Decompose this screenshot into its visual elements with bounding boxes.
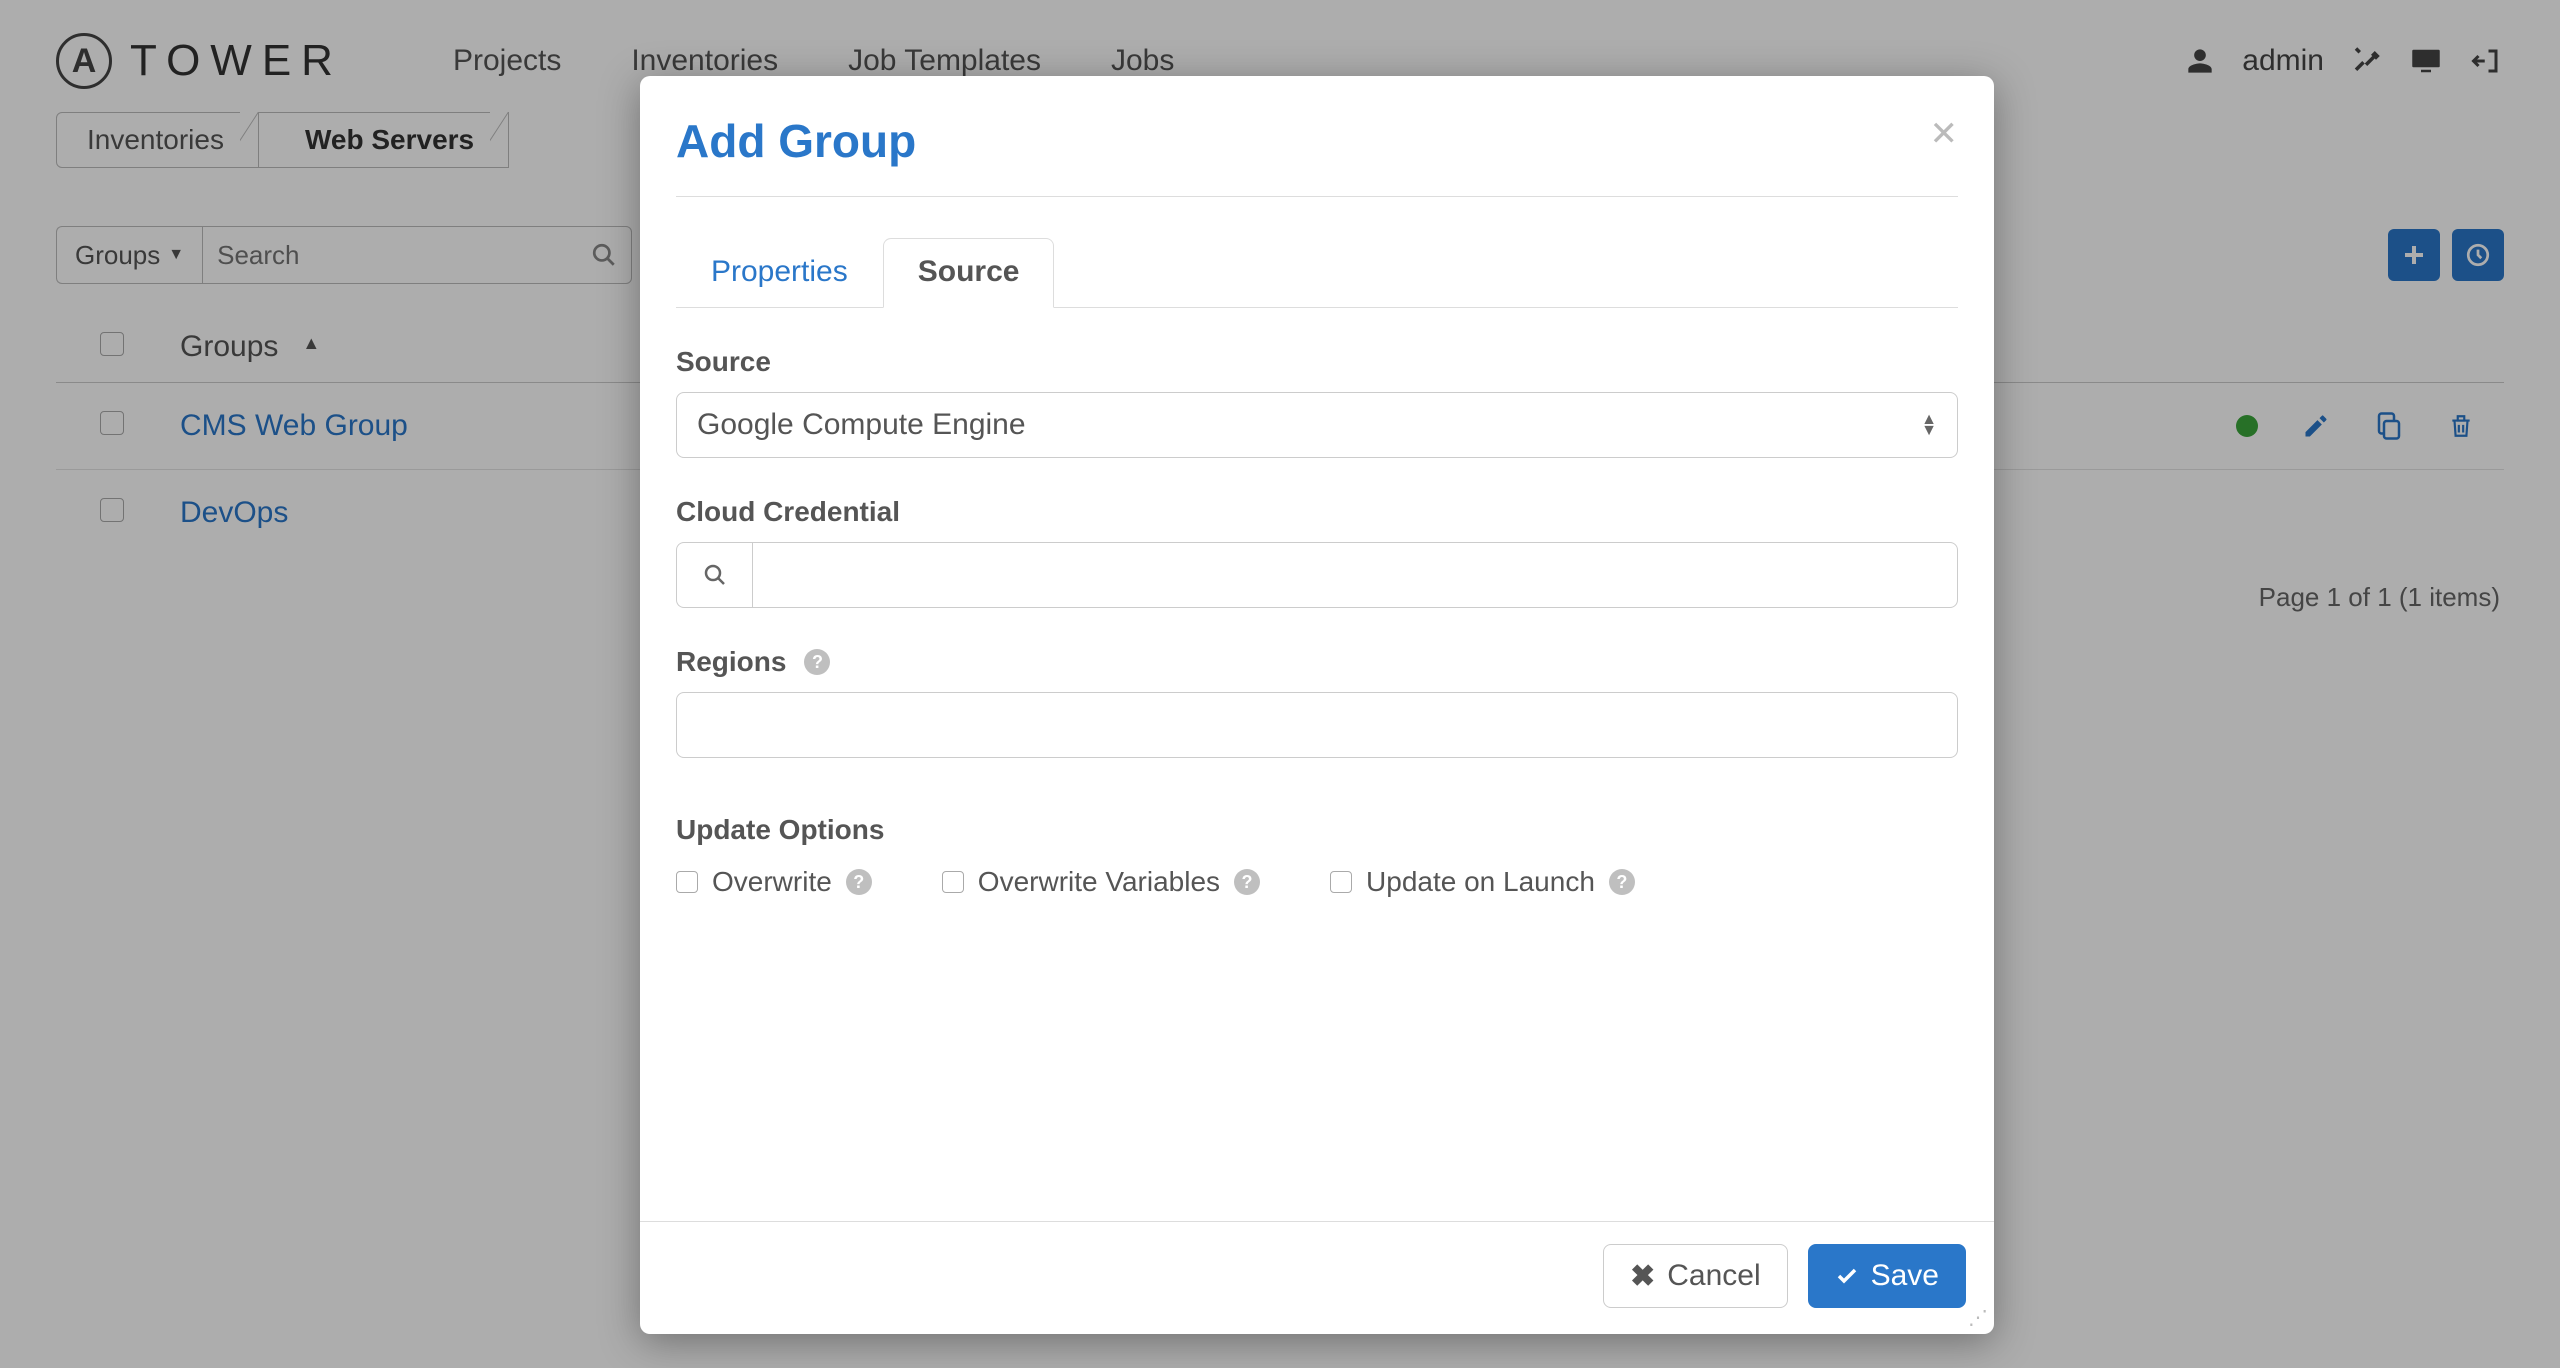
- label-cloud-credential: Cloud Credential: [676, 496, 1958, 528]
- check-icon: [1835, 1264, 1859, 1288]
- tab-properties[interactable]: Properties: [676, 238, 883, 308]
- lookup-button[interactable]: [676, 542, 752, 608]
- cloud-credential-input[interactable]: [752, 542, 1958, 608]
- source-select[interactable]: Google Compute Engine ▲▼: [676, 392, 1958, 458]
- search-icon: [703, 563, 727, 587]
- modal-body: Properties Source Source Google Compute …: [640, 197, 1994, 1221]
- opt-overwrite-label: Overwrite: [712, 866, 832, 898]
- opt-overwrite-vars[interactable]: Overwrite Variables ?: [942, 866, 1260, 898]
- opt-update-on-launch-label: Update on Launch: [1366, 866, 1595, 898]
- resize-grip-icon[interactable]: ⋰: [1968, 1305, 1988, 1330]
- opt-overwrite-vars-label: Overwrite Variables: [978, 866, 1220, 898]
- regions-input[interactable]: [676, 692, 1958, 758]
- checkbox-icon: [1330, 871, 1352, 893]
- save-button[interactable]: Save: [1808, 1244, 1966, 1308]
- help-icon[interactable]: ?: [804, 649, 830, 675]
- update-options: Overwrite ? Overwrite Variables ? Update…: [676, 866, 1958, 898]
- source-select-value: Google Compute Engine: [697, 408, 1026, 442]
- help-icon[interactable]: ?: [846, 869, 872, 895]
- x-icon: ✖: [1630, 1259, 1655, 1294]
- cancel-button-label: Cancel: [1667, 1259, 1760, 1293]
- cancel-button[interactable]: ✖ Cancel: [1603, 1244, 1788, 1308]
- opt-overwrite[interactable]: Overwrite ?: [676, 866, 872, 898]
- label-update-options: Update Options: [676, 814, 1958, 846]
- label-regions: Regions ?: [676, 646, 1958, 678]
- help-icon[interactable]: ?: [1609, 869, 1635, 895]
- select-updown-icon: ▲▼: [1921, 415, 1937, 435]
- add-group-modal: Add Group ✕ Properties Source Source Goo…: [640, 76, 1994, 1334]
- modal-footer: ✖ Cancel Save ⋰: [640, 1221, 1994, 1334]
- checkbox-icon: [676, 871, 698, 893]
- modal-title: Add Group: [676, 114, 916, 168]
- tab-source[interactable]: Source: [883, 238, 1055, 308]
- modal-header: Add Group ✕: [640, 76, 1994, 196]
- label-source: Source: [676, 346, 1958, 378]
- checkbox-icon: [942, 871, 964, 893]
- modal-tabs: Properties Source: [676, 237, 1958, 308]
- help-icon[interactable]: ?: [1234, 869, 1260, 895]
- close-icon[interactable]: ✕: [1930, 114, 1959, 154]
- save-button-label: Save: [1871, 1259, 1939, 1293]
- cloud-credential-group: [676, 542, 1958, 608]
- opt-update-on-launch[interactable]: Update on Launch ?: [1330, 866, 1635, 898]
- label-regions-text: Regions: [676, 646, 786, 678]
